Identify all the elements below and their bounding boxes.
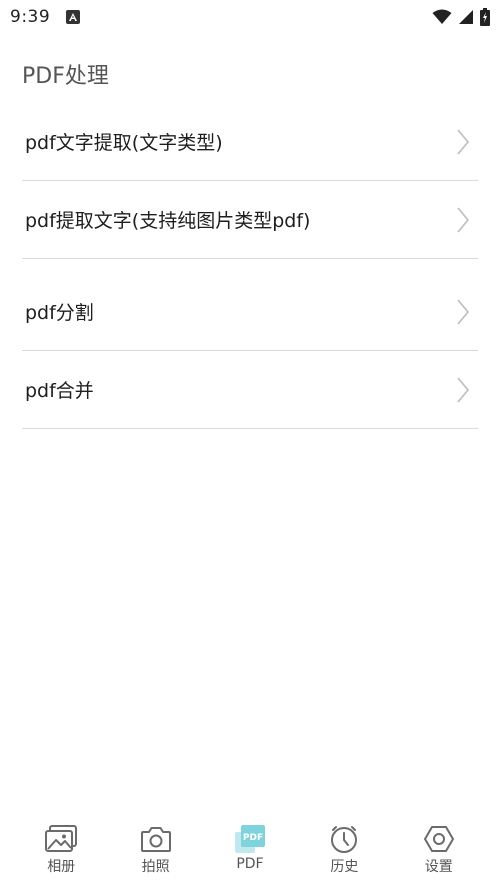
bottom-tab-bar: 相册 拍照 PDF PDF 历史 设置 — [0, 816, 500, 888]
pdf-menu-list: pdf文字提取(文字类型) pdf提取文字(支持纯图片类型pdf) pdf分割 … — [22, 103, 478, 429]
tab-pdf[interactable]: PDF PDF — [218, 816, 282, 872]
pdf-icon: PDF — [234, 825, 265, 853]
tab-label: PDF — [236, 856, 264, 872]
menu-item-pdf-split[interactable]: pdf分割 — [22, 259, 478, 351]
svg-text:PDF: PDF — [243, 833, 263, 843]
menu-item-pdf-ocr-extract[interactable]: pdf提取文字(支持纯图片类型pdf) — [22, 181, 478, 259]
album-icon — [45, 825, 78, 852]
status-icons — [432, 8, 490, 26]
status-bar: 9:39 — [0, 0, 500, 34]
signal-icon — [459, 10, 473, 24]
camera-icon — [140, 827, 171, 852]
menu-item-label: pdf文字提取(文字类型) — [25, 132, 223, 154]
tab-label: 历史 — [330, 859, 359, 875]
wifi-icon — [432, 9, 452, 24]
settings-icon — [423, 826, 454, 852]
tab-label: 拍照 — [141, 859, 170, 875]
tab-label: 设置 — [424, 859, 453, 875]
menu-item-label: pdf分割 — [25, 302, 94, 324]
tab-album[interactable]: 相册 — [29, 816, 93, 876]
chevron-right-icon — [457, 206, 470, 233]
tab-history[interactable]: 历史 — [312, 816, 376, 876]
chevron-right-icon — [457, 376, 470, 403]
history-icon — [331, 826, 358, 853]
battery-icon — [480, 8, 490, 26]
status-time: 9:39 — [10, 7, 51, 27]
tab-camera[interactable]: 拍照 — [124, 816, 188, 876]
tab-label: 相册 — [47, 859, 76, 875]
menu-item-label: pdf合并 — [25, 380, 94, 402]
page-title: PDF处理 — [22, 64, 109, 89]
menu-item-pdf-merge[interactable]: pdf合并 — [22, 351, 478, 429]
notification-a-icon — [66, 10, 81, 24]
tab-settings[interactable]: 设置 — [407, 816, 471, 876]
menu-item-label: pdf提取文字(支持纯图片类型pdf) — [25, 210, 311, 232]
chevron-right-icon — [457, 128, 470, 155]
chevron-right-icon — [457, 298, 470, 325]
menu-item-pdf-text-extract[interactable]: pdf文字提取(文字类型) — [22, 103, 478, 181]
